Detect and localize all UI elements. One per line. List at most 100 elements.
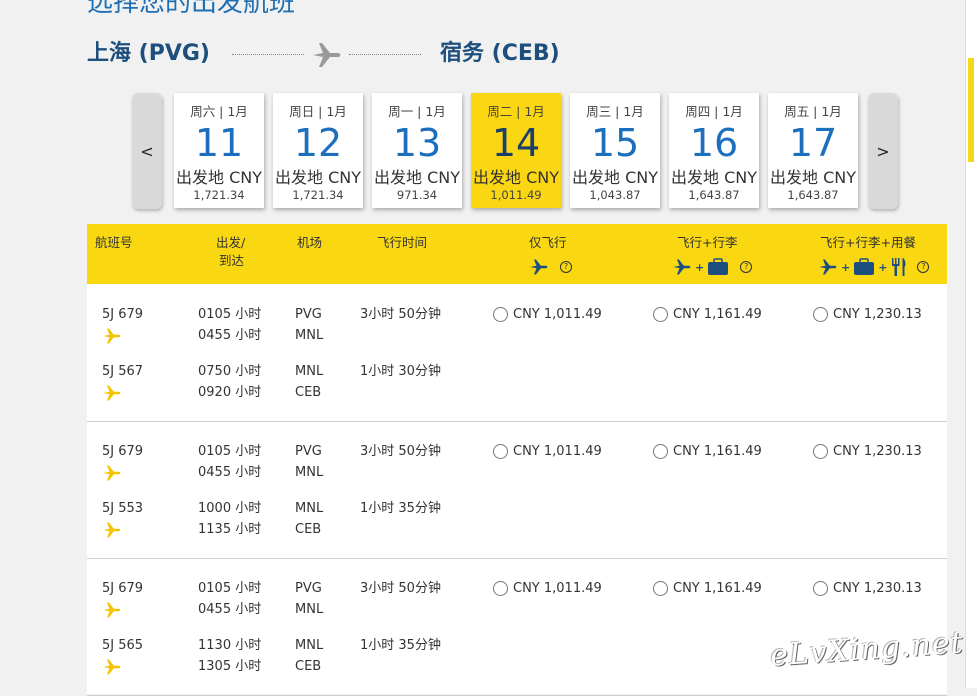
departure-time: 1130 小时 xyxy=(198,638,262,653)
departure-airport: PVG xyxy=(295,581,322,596)
departure-time: 1000 小时 xyxy=(198,501,262,516)
date-card-label: 出发地 CNY xyxy=(373,168,460,187)
date-card-price: 1,721.34 xyxy=(292,188,344,202)
flight-duration: 3小时 50分钟 xyxy=(360,307,441,322)
flight-option-group: 5J 679 0105 小时 0455 小时 PVG MNL 3小时 50分钟 5J 565… xyxy=(87,558,947,696)
luggage-icon xyxy=(708,258,729,275)
airplane-icon xyxy=(102,383,122,403)
fare-price: CNY 1,230.13 xyxy=(833,581,922,596)
header-flight-no: 航班号 xyxy=(95,235,133,250)
date-card[interactable]: 周日 | 1月 12 出发地 CNY 1,721.34 xyxy=(273,93,363,208)
date-card-weekday: 周三 | 1月 xyxy=(586,104,644,119)
plus-icon: + xyxy=(841,260,851,274)
side-accent xyxy=(968,58,974,162)
fare-bag-option[interactable]: CNY 1,161.49 xyxy=(653,304,762,325)
airplane-icon xyxy=(102,326,122,346)
header-duration: 飞行时间 xyxy=(377,235,428,250)
header-fare-bag: 飞行+行李 xyxy=(677,235,738,250)
date-card-day: 16 xyxy=(689,121,739,165)
date-card[interactable]: 周二 | 1月 14 出发地 CNY 1,011.49 xyxy=(471,93,561,208)
arrival-airport: CEB xyxy=(295,522,322,537)
fare-radio[interactable] xyxy=(653,307,668,322)
airplane-icon xyxy=(673,259,691,275)
flight-duration: 1小时 35分钟 xyxy=(360,638,441,653)
date-card-day: 15 xyxy=(590,121,640,165)
help-icon[interactable]: ? xyxy=(917,261,930,273)
header-arr: 到达 xyxy=(219,253,245,268)
airplane-icon xyxy=(102,657,122,677)
fare-radio[interactable] xyxy=(813,444,828,459)
route-divider xyxy=(349,54,421,55)
flight-option-group: 5J 679 0105 小时 0455 小时 PVG MNL 3小时 50分钟 5J 553… xyxy=(87,421,947,559)
date-card-weekday: 周日 | 1月 xyxy=(289,104,347,119)
date-card-label: 出发地 CNY xyxy=(769,168,856,187)
date-card[interactable]: 周三 | 1月 15 出发地 CNY 1,043.87 xyxy=(570,93,660,208)
arrival-airport: CEB xyxy=(295,659,322,674)
flight-number: 5J 567 xyxy=(102,364,144,379)
arrival-time: 0920 小时 xyxy=(198,385,262,400)
header-airport: 机场 xyxy=(297,235,323,250)
date-card[interactable]: 周一 | 1月 13 出发地 CNY 971.34 xyxy=(372,93,462,208)
fare-price: CNY 1,161.49 xyxy=(673,307,762,322)
date-card-price: 1,043.87 xyxy=(589,188,641,202)
arrival-time: 0455 小时 xyxy=(198,602,262,617)
flight-number: 5J 679 xyxy=(102,581,144,596)
help-icon[interactable]: ? xyxy=(740,261,753,273)
table-header: 航班号 出发/ 到达 机场 飞行时间 仅飞行 ? 飞行+行李 + ? 飞行+行李… xyxy=(87,224,947,284)
flight-table: 航班号 出发/ 到达 机场 飞行时间 仅飞行 ? 飞行+行李 + ? 飞行+行李… xyxy=(87,224,947,696)
fare-radio[interactable] xyxy=(493,307,508,322)
fare-price: CNY 1,230.13 xyxy=(833,307,922,322)
fare-bag-option[interactable]: CNY 1,161.49 xyxy=(653,578,762,599)
flight-duration: 1小时 35分钟 xyxy=(360,501,441,516)
fare-price: CNY 1,011.49 xyxy=(513,444,602,459)
fare-fly-option[interactable]: CNY 1,011.49 xyxy=(493,441,602,462)
flight-duration: 3小时 50分钟 xyxy=(360,581,441,596)
date-card-label: 出发地 CNY xyxy=(670,168,757,187)
fare-meal-option[interactable]: CNY 1,230.13 xyxy=(813,578,922,599)
date-card[interactable]: 周五 | 1月 17 出发地 CNY 1,643.87 xyxy=(768,93,858,208)
side-panel-edge xyxy=(965,0,977,688)
arrival-time: 1135 小时 xyxy=(198,522,262,537)
airplane-icon xyxy=(530,259,548,275)
fare-radio[interactable] xyxy=(653,444,668,459)
date-card-weekday: 周四 | 1月 xyxy=(685,104,743,119)
departure-airport: PVG xyxy=(295,444,322,459)
date-card-price: 1,643.87 xyxy=(787,188,839,202)
date-card-price: 1,721.34 xyxy=(193,188,245,202)
next-dates-button[interactable]: > xyxy=(868,93,898,209)
fare-price: CNY 1,011.49 xyxy=(513,307,602,322)
plus-icon: + xyxy=(878,260,888,274)
date-card-day: 11 xyxy=(194,121,244,165)
fare-meal-option[interactable]: CNY 1,230.13 xyxy=(813,441,922,462)
help-icon[interactable]: ? xyxy=(560,261,572,273)
destination-city: 宿务 (CEB) xyxy=(440,41,560,66)
departure-airport: MNL xyxy=(295,638,324,653)
cutlery-icon xyxy=(892,258,906,276)
date-card[interactable]: 周四 | 1月 16 出发地 CNY 1,643.87 xyxy=(669,93,759,208)
page-title: 选择您的出发航班 xyxy=(87,0,296,18)
fare-fly-option[interactable]: CNY 1,011.49 xyxy=(493,578,602,599)
fare-radio[interactable] xyxy=(813,581,828,596)
departure-airport: MNL xyxy=(295,364,324,379)
fare-radio[interactable] xyxy=(813,307,828,322)
date-card-weekday: 周六 | 1月 xyxy=(190,104,248,119)
fare-radio[interactable] xyxy=(493,581,508,596)
fare-price: CNY 1,161.49 xyxy=(673,581,762,596)
fare-fly-option[interactable]: CNY 1,011.49 xyxy=(493,304,602,325)
departure-time: 0105 小时 xyxy=(198,581,262,596)
prev-dates-button[interactable]: < xyxy=(132,93,162,209)
departure-airport: MNL xyxy=(295,501,324,516)
luggage-icon xyxy=(854,258,875,275)
arrival-time: 0455 小时 xyxy=(198,465,262,480)
airplane-icon xyxy=(102,463,122,483)
flight-number: 5J 679 xyxy=(102,444,144,459)
date-card-label: 出发地 CNY xyxy=(175,168,262,187)
fare-radio[interactable] xyxy=(493,444,508,459)
date-card-label: 出发地 CNY xyxy=(571,168,658,187)
fare-radio[interactable] xyxy=(653,581,668,596)
date-card-day: 17 xyxy=(788,121,838,165)
fare-bag-option[interactable]: CNY 1,161.49 xyxy=(653,441,762,462)
date-card[interactable]: 周六 | 1月 11 出发地 CNY 1,721.34 xyxy=(174,93,264,208)
date-card-label: 出发地 CNY xyxy=(274,168,361,187)
fare-meal-option[interactable]: CNY 1,230.13 xyxy=(813,304,922,325)
